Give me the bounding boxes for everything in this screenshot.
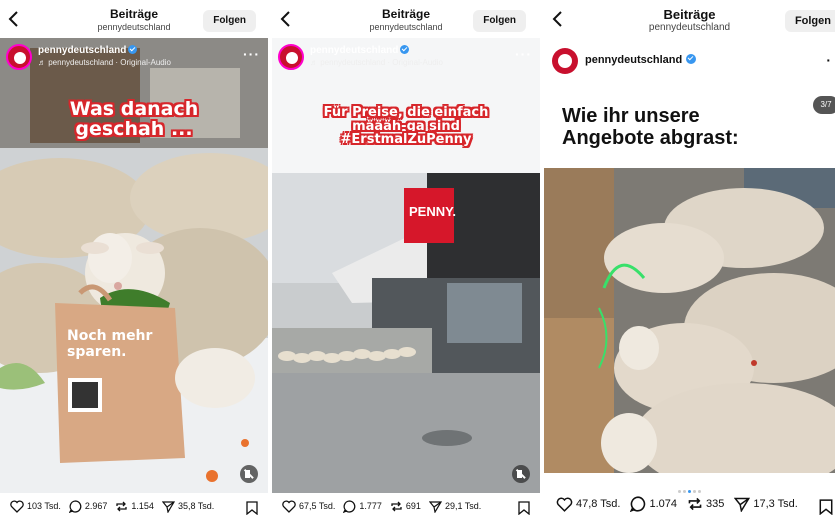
overlay-line-1: Was danach xyxy=(69,98,199,120)
top-bar: Beiträge pennydeutschland Folgen xyxy=(272,0,540,38)
mute-icon[interactable] xyxy=(512,465,530,483)
comment-button[interactable]: 2.967 xyxy=(68,499,108,513)
bag-text-line-1: Noch mehr xyxy=(67,328,153,344)
share-icon xyxy=(734,497,751,512)
like-count: 67,5 Tsd. xyxy=(299,501,336,511)
bookmark-icon[interactable] xyxy=(518,501,530,515)
post-photo xyxy=(544,168,835,473)
like-button[interactable]: 67,5 Tsd. xyxy=(282,499,336,513)
comment-count: 2.967 xyxy=(84,501,108,511)
share-count: 35,8 Tsd. xyxy=(177,501,215,511)
avatar[interactable] xyxy=(6,44,32,70)
heart-icon xyxy=(282,499,296,513)
repost-icon xyxy=(391,501,402,511)
share-button[interactable]: 29,1 Tsd. xyxy=(428,500,482,513)
follow-button[interactable]: Folgen xyxy=(473,10,526,32)
headline-line-2: Angebote abgrast: xyxy=(562,127,739,149)
share-count: 29,1 Tsd. xyxy=(444,501,482,511)
repost-count: 335 xyxy=(705,498,725,510)
repost-count: 691 xyxy=(405,501,421,511)
like-count: 103 Tsd. xyxy=(27,501,61,511)
reel-video[interactable]: PENNY. pennydeutschland ♬ pennydeutschla… xyxy=(272,38,540,493)
headline-line-1: Wie ihr unsere xyxy=(562,105,700,127)
store-sign: PENNY. xyxy=(409,204,456,219)
like-button[interactable]: 103 Tsd. xyxy=(10,499,61,513)
post-panel-1: Beiträge pennydeutschland Folgen Noch me… xyxy=(0,0,268,519)
comment-icon xyxy=(343,499,356,513)
comment-button[interactable]: 1.777 xyxy=(343,499,382,513)
share-icon xyxy=(161,500,175,513)
comment-count: 1.777 xyxy=(359,501,382,511)
heart-icon xyxy=(10,499,24,513)
post-headline: Wie ihr unsere Angebote abgrast: xyxy=(562,105,739,149)
top-bar: Beiträge pennydeutschland Folgen xyxy=(544,0,835,38)
mute-icon[interactable] xyxy=(240,465,258,483)
repost-button[interactable]: 335 xyxy=(687,496,724,512)
bookmark-icon[interactable] xyxy=(819,499,833,515)
post-panel-3: Beiträge pennydeutschland Folgen pennyde… xyxy=(544,0,835,519)
verified-icon xyxy=(686,54,697,64)
video-caption-overlay: Was danach geschah ... xyxy=(0,98,268,140)
account-name[interactable]: pennydeutschland xyxy=(310,45,398,56)
share-count: 17,3 Tsd. xyxy=(753,498,798,510)
more-icon[interactable]: · xyxy=(826,52,831,68)
bag-text-line-2: sparen. xyxy=(67,344,127,360)
share-button[interactable]: 35,8 Tsd. xyxy=(161,500,215,513)
follow-button[interactable]: Folgen xyxy=(784,10,835,32)
more-icon[interactable]: ··· xyxy=(243,46,260,62)
more-icon[interactable]: ··· xyxy=(515,46,532,62)
share-button[interactable]: 17,3 Tsd. xyxy=(734,496,798,512)
action-bar: 67,5 Tsd. 1.777 691 29,1 Tsd. xyxy=(272,493,540,519)
post-panel-2: Beiträge pennydeutschland Folgen PENNY. xyxy=(272,0,540,519)
action-bar: 103 Tsd. 2.967 1.154 35,8 Tsd. xyxy=(0,493,268,519)
overlay-line-3: #ErstmalZuPenny xyxy=(340,132,472,148)
avatar[interactable] xyxy=(278,44,304,70)
overlay-line-2: geschah ... xyxy=(75,117,193,140)
action-bar: 47,8 Tsd. 1.074 335 17,3 Tsd. xyxy=(544,489,835,519)
repost-button[interactable]: 1.154 xyxy=(115,500,154,513)
comment-icon xyxy=(630,496,646,512)
account-name[interactable]: pennydeutschland xyxy=(38,45,126,56)
overlay-line-1: Für Preise, die einfach xyxy=(323,105,489,120)
reel-video[interactable]: Noch mehr sparen. pennydeutschland ♬ pen… xyxy=(0,38,268,493)
verified-icon xyxy=(400,45,410,54)
carousel-image[interactable] xyxy=(544,168,835,473)
bookmark-icon[interactable] xyxy=(246,501,258,515)
follow-button[interactable]: Folgen xyxy=(203,10,256,32)
repost-button[interactable]: 691 xyxy=(390,500,421,513)
audio-label[interactable]: ♬ pennydeutschland · Original-Audio xyxy=(38,58,171,67)
like-button[interactable]: 47,8 Tsd. xyxy=(556,497,620,512)
audio-label[interactable]: ♬ pennydeutschland · Original-Audio xyxy=(310,58,443,67)
share-icon xyxy=(428,500,442,513)
carousel-counter: 3/7 xyxy=(813,96,835,114)
heart-icon xyxy=(556,497,573,512)
repost-icon xyxy=(688,497,702,511)
verified-icon xyxy=(128,45,138,54)
comment-icon xyxy=(68,499,82,513)
repost-count: 1.154 xyxy=(131,501,154,511)
top-bar: Beiträge pennydeutschland Folgen xyxy=(0,0,268,38)
instagram-feed: Beiträge pennydeutschland Folgen Noch me… xyxy=(0,0,835,519)
comment-button[interactable]: 1.074 xyxy=(630,496,677,512)
repost-icon xyxy=(116,501,128,511)
video-caption-overlay: Für Preise, die einfach määäh-ga sind #E… xyxy=(272,106,540,147)
comment-count: 1.074 xyxy=(649,498,677,510)
like-count: 47,8 Tsd. xyxy=(576,498,621,510)
avatar[interactable] xyxy=(552,48,578,74)
account-name[interactable]: pennydeutschland xyxy=(585,54,682,66)
